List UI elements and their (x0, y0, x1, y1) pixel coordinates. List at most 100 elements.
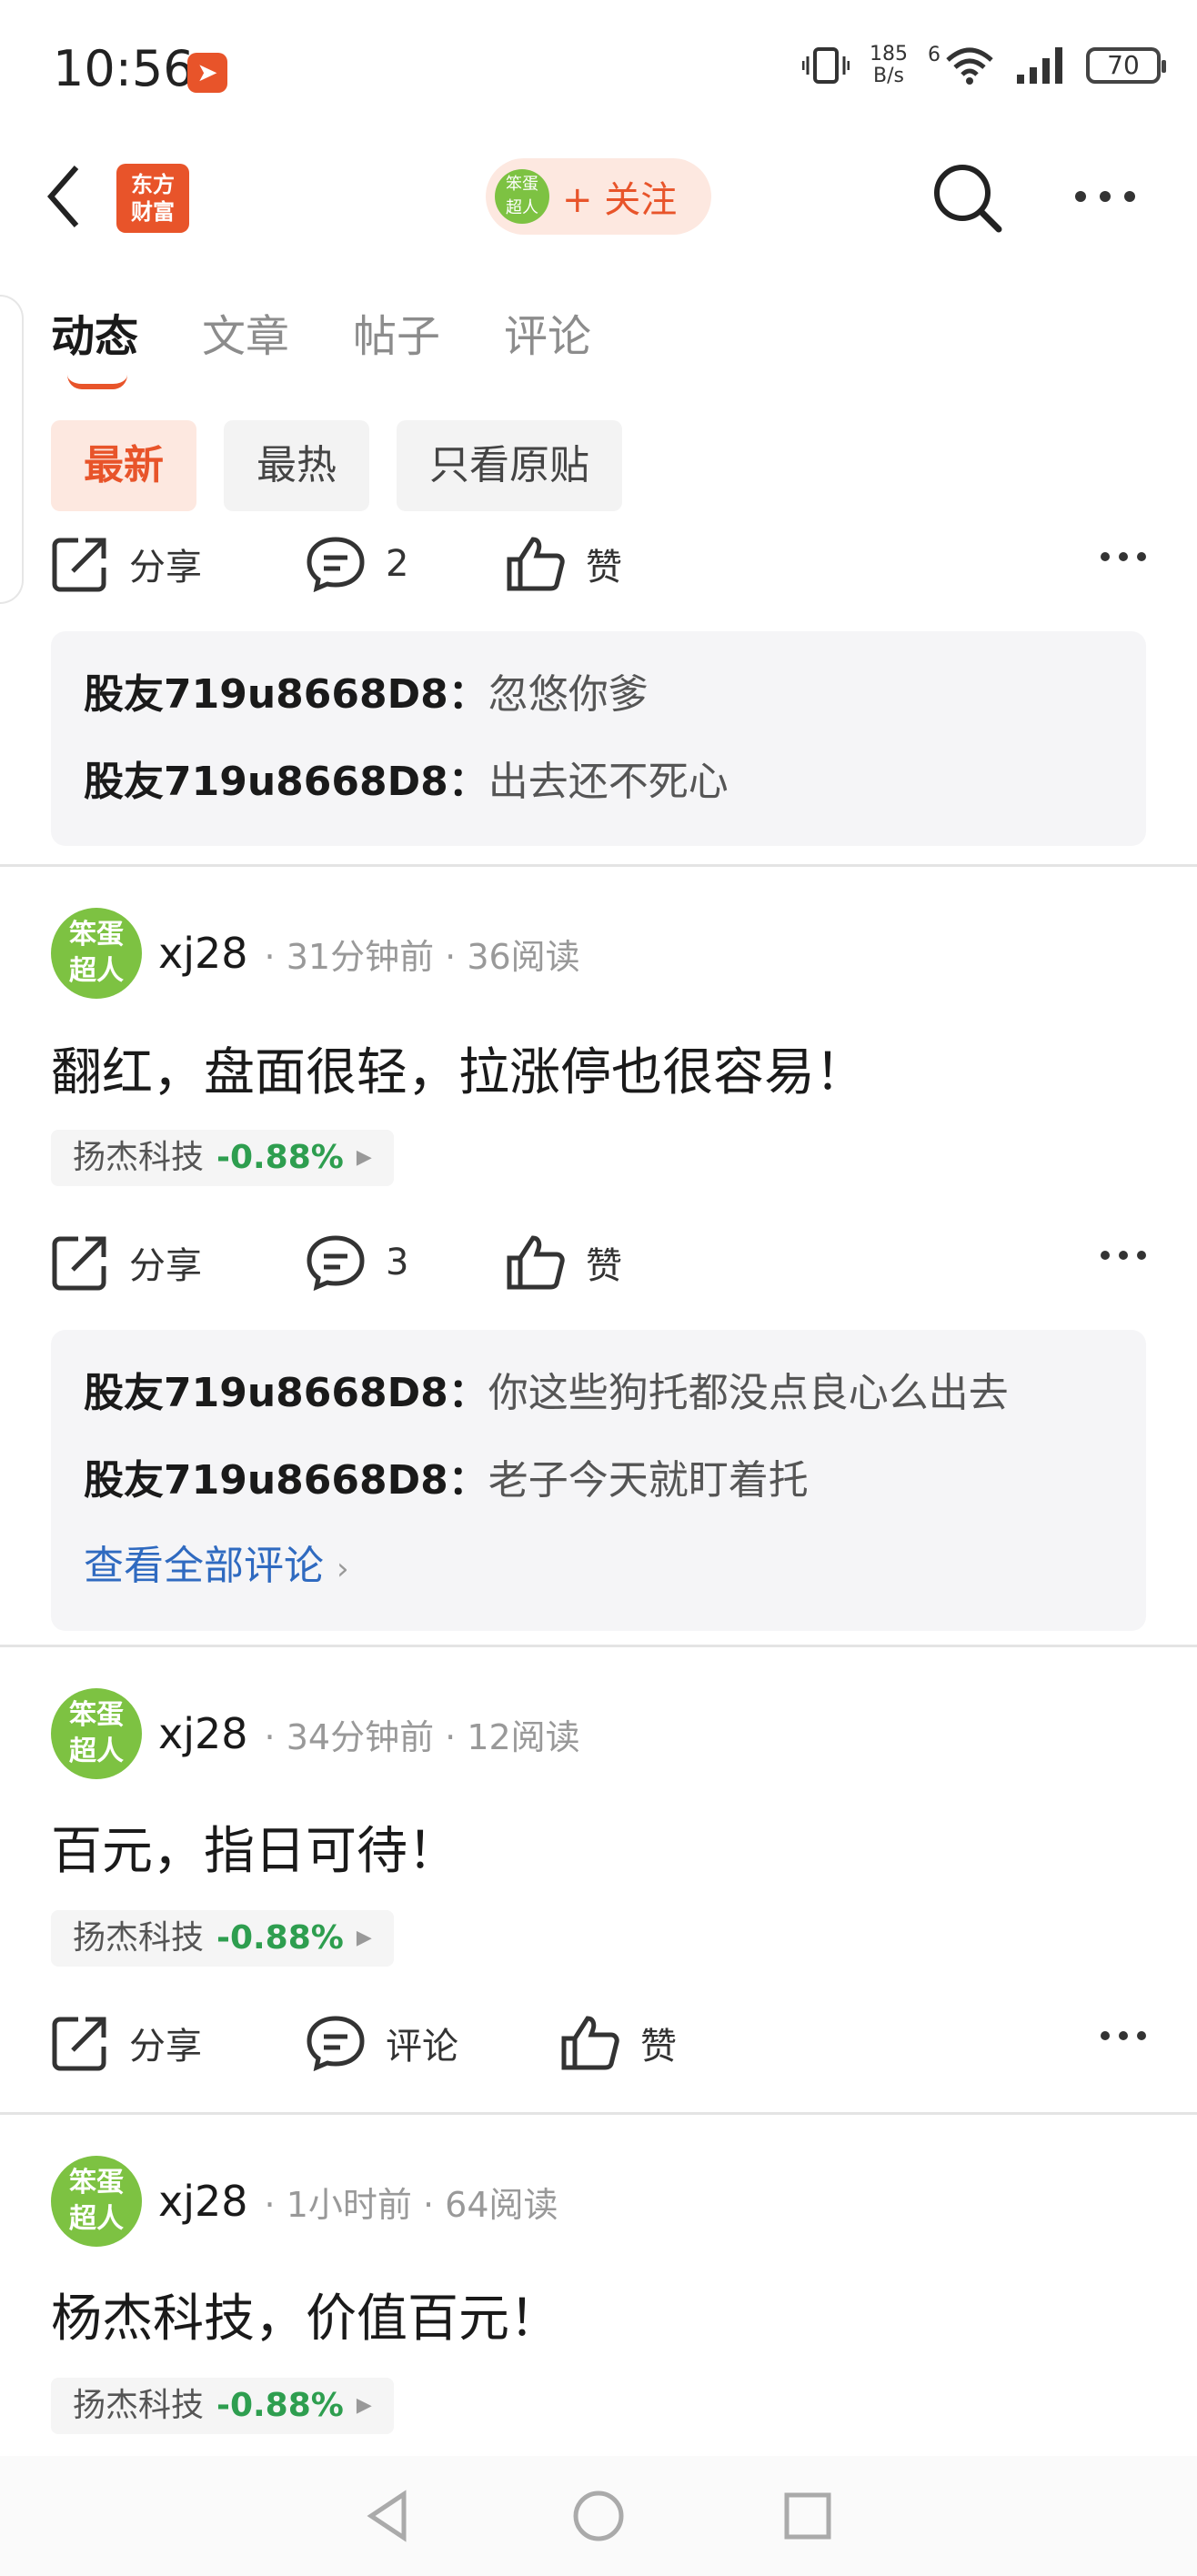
filter-original-only[interactable]: 只看原贴 (397, 420, 622, 511)
comment-user[interactable]: 股友719u8668D8： (84, 1457, 488, 1504)
post-reads: 64阅读 (445, 2184, 558, 2225)
comment-button[interactable]: 2 (306, 536, 506, 592)
comment-count: 3 (386, 1242, 409, 1283)
share-button[interactable]: 分享 (51, 1233, 306, 1292)
comment-icon (307, 2016, 365, 2071)
like-button[interactable]: 赞 (560, 2015, 677, 2071)
stock-name: 扬杰科技 (73, 1919, 205, 1957)
post-time-value: 1小时前 (286, 2184, 412, 2225)
post-body[interactable]: 翻红，盘面很轻，拉涨停也很容易！ (51, 1031, 866, 1105)
arrow-right-icon: ▶ (356, 2394, 372, 2417)
arrow-right-icon: ▶ (356, 1927, 372, 1949)
net-speed-unit: B/s (873, 65, 904, 87)
app-notification-icon: ➤ (187, 53, 227, 93)
net-speed-value: 185 (870, 43, 908, 65)
divider (0, 864, 1197, 867)
nav-recents-icon[interactable] (780, 2489, 835, 2543)
side-drawer-handle[interactable] (0, 295, 24, 604)
stock-tag[interactable]: 扬杰科技 -0.88% ▶ (51, 1910, 394, 1967)
comment-item: 股友719u8668D8：老子今天就盯着托 (84, 1437, 1113, 1524)
tab-posts[interactable]: 帖子 (353, 300, 440, 364)
comment-icon (307, 537, 365, 592)
comment-user[interactable]: 股友719u8668D8： (84, 759, 488, 805)
follow-button[interactable]: 笨蛋超人 + 关注 (486, 158, 711, 235)
comment-item: 股友719u8668D8：忽悠你爹 (84, 651, 1113, 739)
post-header: 笨蛋超人 xj28 · 34分钟前 · 12阅读 (51, 1688, 580, 1779)
filter-chips: 最新 最热 只看原贴 (51, 420, 622, 511)
nav-back-icon[interactable] (362, 2489, 417, 2543)
share-icon (52, 2017, 106, 2071)
user-avatar: 笨蛋超人 (495, 169, 549, 224)
battery-icon: 70 (1086, 47, 1166, 84)
stock-tag[interactable]: 扬杰科技 -0.88% ▶ (51, 1130, 394, 1186)
share-icon (52, 1236, 106, 1291)
comment-user[interactable]: 股友719u8668D8： (84, 1370, 488, 1416)
comment-user[interactable]: 股友719u8668D8： (84, 671, 488, 718)
share-label: 分享 (129, 2026, 202, 2068)
share-icon (52, 538, 106, 592)
comment-item: 股友719u8668D8：出去还不死心 (84, 739, 1113, 826)
back-icon (47, 166, 79, 227)
post-username[interactable]: xj28 (158, 1709, 248, 1758)
like-icon (561, 2016, 619, 2070)
avatar[interactable]: 笨蛋超人 (51, 2156, 142, 2247)
like-button[interactable]: 赞 (506, 536, 622, 592)
share-button[interactable]: 分享 (51, 535, 306, 593)
tab-dynamics[interactable]: 动态 (51, 300, 138, 389)
vibrate-icon (802, 47, 850, 84)
system-nav-bar (0, 2456, 1197, 2576)
filter-hottest[interactable]: 最热 (224, 420, 369, 511)
post-time-value: 31分钟前 (286, 936, 435, 977)
like-icon (507, 1235, 565, 1290)
back-button[interactable] (45, 160, 82, 236)
like-icon (507, 537, 565, 591)
view-all-comments-link[interactable]: 查看全部评论 › (84, 1524, 1113, 1611)
tab-bar: 动态 文章 帖子 评论 (51, 300, 591, 389)
avatar[interactable]: 笨蛋超人 (51, 908, 142, 999)
comment-text: 老子今天就盯着托 (488, 1457, 809, 1504)
post-time: · 1小时前 · 64阅读 (264, 2184, 558, 2225)
tab-comments[interactable]: 评论 (504, 300, 591, 364)
app-logo[interactable]: 东方财富 (116, 164, 189, 233)
comment-icon (307, 1235, 365, 1291)
post-username[interactable]: xj28 (158, 2177, 248, 2226)
comment-text: 出去还不死心 (488, 759, 729, 805)
more-icon[interactable] (1101, 1246, 1146, 1264)
post-header: 笨蛋超人 xj28 · 31分钟前 · 36阅读 (51, 908, 580, 999)
stock-tag[interactable]: 扬杰科技 -0.88% ▶ (51, 2378, 394, 2434)
share-button[interactable]: 分享 (51, 2014, 306, 2072)
comment-preview[interactable]: 股友719u8668D8：你这些狗托都没点良心么出去 股友719u8668D8：… (51, 1330, 1146, 1631)
stock-change: -0.88% (216, 1139, 344, 1176)
avatar[interactable]: 笨蛋超人 (51, 1688, 142, 1779)
comment-button[interactable]: 3 (306, 1234, 506, 1291)
comment-text: 你这些狗托都没点良心么出去 (488, 1370, 1009, 1416)
avatar-text: 笨蛋超人 (69, 919, 124, 987)
post-time: · 31分钟前 · 36阅读 (264, 936, 580, 977)
like-button[interactable]: 赞 (506, 1234, 622, 1291)
post-body[interactable]: 百元，指日可待！ (51, 1810, 458, 1884)
stock-name: 扬杰科技 (73, 1139, 205, 1176)
arrow-right-icon: ▶ (356, 1146, 372, 1169)
wifi-icon (946, 47, 993, 85)
follow-label: + 关注 (562, 179, 678, 221)
net-speed: 185 B/s (870, 44, 908, 87)
more-icon[interactable] (1101, 2027, 1146, 2045)
stock-change: -0.88% (216, 1919, 344, 1957)
comment-button[interactable]: 评论 (306, 2015, 560, 2071)
comment-item: 股友719u8668D8：你这些狗托都没点良心么出去 (84, 1350, 1113, 1437)
more-button[interactable] (1073, 178, 1137, 218)
tab-articles[interactable]: 文章 (202, 300, 289, 364)
view-all-label: 查看全部评论 (84, 1543, 324, 1589)
filter-latest[interactable]: 最新 (51, 420, 196, 511)
post-username[interactable]: xj28 (158, 929, 248, 978)
post-actions: 分享 评论 赞 (51, 2007, 1146, 2079)
search-button[interactable] (931, 162, 1004, 238)
comment-preview[interactable]: 股友719u8668D8：忽悠你爹 股友719u8668D8：出去还不死心 (51, 631, 1146, 846)
post-actions: 分享 2 赞 (51, 528, 1146, 600)
post-reads: 36阅读 (467, 936, 580, 977)
more-icon[interactable] (1101, 548, 1146, 566)
stock-name: 扬杰科技 (73, 2387, 205, 2424)
nav-home-icon[interactable] (571, 2489, 626, 2543)
post-header: 笨蛋超人 xj28 · 1小时前 · 64阅读 (51, 2156, 558, 2247)
post-body[interactable]: 杨杰科技，价值百元！ (51, 2278, 560, 2351)
